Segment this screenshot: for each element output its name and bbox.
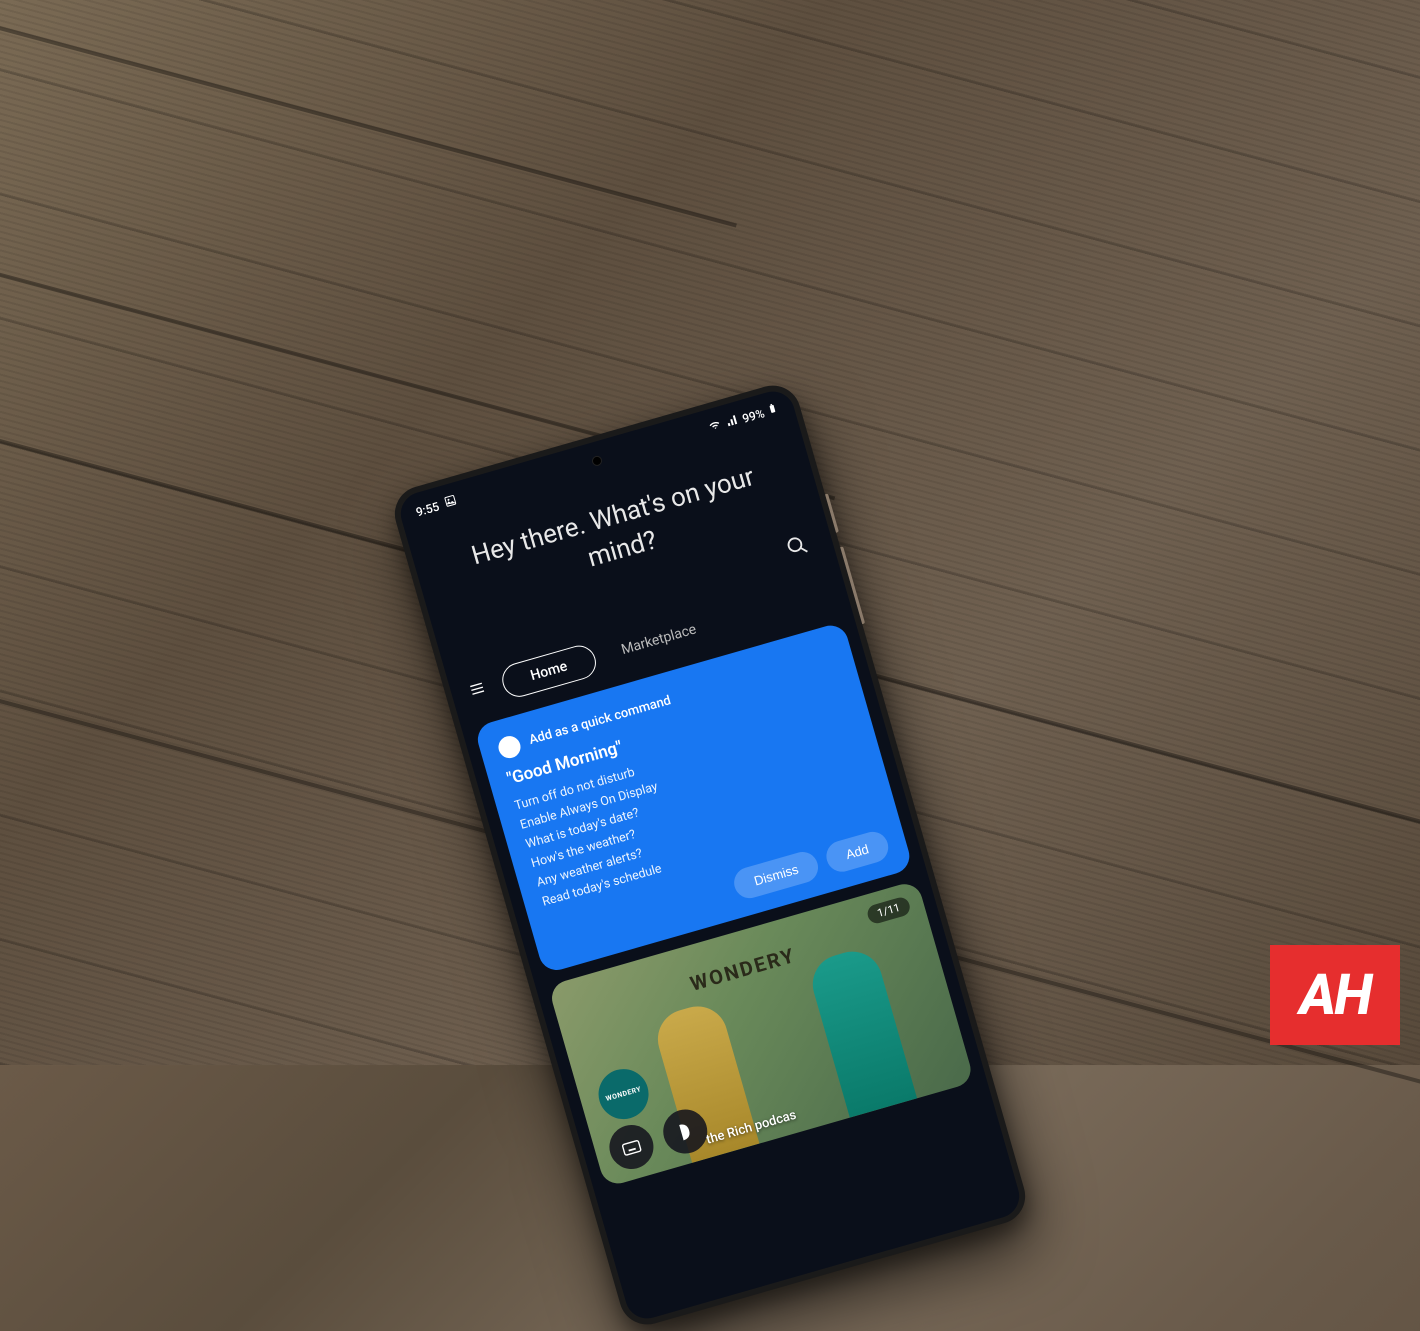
illustration-figure-right [806,944,917,1117]
wifi-icon [706,417,724,435]
keyboard-button[interactable] [604,1119,658,1173]
media-brand: WONDERY [687,943,798,996]
hamburger-menu-icon[interactable] [465,678,490,704]
battery-icon [766,400,780,419]
wondery-badge: WONDERY [593,1063,655,1125]
dismiss-button[interactable]: Dismiss [731,848,822,901]
signal-icon [723,413,741,431]
battery-percent: 99% [741,406,766,426]
add-button[interactable]: Add [823,828,892,875]
media-counter: 1/11 [865,895,912,925]
ah-watermark: AH [1270,945,1400,1045]
status-time: 9:55 [414,499,441,519]
search-icon[interactable] [783,532,811,563]
quick-command-icon [496,733,523,760]
picture-icon [443,494,459,512]
